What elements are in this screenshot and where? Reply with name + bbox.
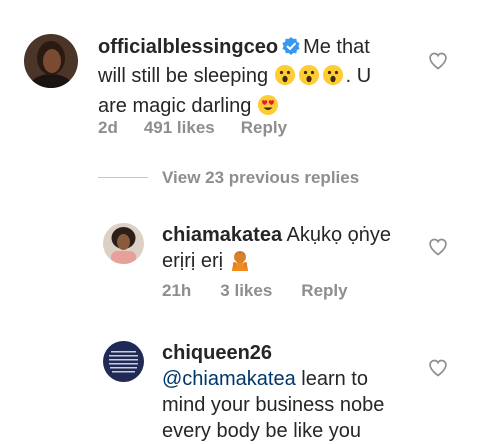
username[interactable]: officialblessingceo [98, 36, 278, 58]
comment-chiqueen26: chiqueen26 @chiamakatea learn to mind yo… [0, 330, 479, 442]
astonished-face-emoji [322, 64, 344, 93]
comment-text-part: every body be like you [162, 420, 362, 442]
avatar[interactable] [24, 34, 78, 88]
username[interactable]: chiqueen26 [162, 342, 272, 364]
comment-text-part: are magic darling [98, 95, 252, 117]
comment-likes[interactable]: 491 likes [144, 118, 215, 138]
heart-outline-icon[interactable] [428, 237, 448, 262]
verified-badge-icon [281, 36, 301, 63]
comment-text-part: erịrị erị [162, 250, 224, 272]
comment-meta: 21h 3 likes Reply [162, 281, 348, 301]
comment-text: chiamakatea Akụkọ ọṅye erịrị erị [162, 222, 422, 278]
avatar[interactable] [103, 341, 144, 382]
heart-outline-icon[interactable] [428, 358, 448, 383]
avatar[interactable] [103, 223, 144, 264]
mention-link[interactable]: @chiamakatea [162, 368, 296, 390]
divider [98, 177, 148, 178]
comment-text: chiqueen26 @chiamakatea learn to mind yo… [162, 340, 422, 444]
comment-chiamakatea: chiamakatea Akụkọ ọṅye erịrị erị 21h 3 li… [0, 210, 479, 310]
comment-likes[interactable]: 3 likes [220, 281, 272, 301]
comment-text-part: will still be sleeping [98, 65, 269, 87]
astonished-face-emoji [298, 64, 320, 93]
view-previous-replies-label: View 23 previous replies [162, 168, 360, 187]
reply-button[interactable]: Reply [241, 118, 287, 138]
view-previous-replies-button[interactable]: View 23 previous replies [98, 168, 428, 192]
username[interactable]: chiamakatea [162, 224, 282, 246]
comment-text-part: . U [345, 65, 372, 87]
heart-outline-icon[interactable] [428, 51, 448, 76]
reply-button[interactable]: Reply [301, 281, 347, 301]
person-gesturing-emoji [229, 249, 251, 278]
comment-text-part: learn to [301, 368, 368, 390]
comment-text: officialblessingceo Me that will still be… [98, 34, 418, 123]
comment-time: 21h [162, 281, 192, 300]
astonished-face-emoji [274, 64, 296, 93]
comment-officialblessingceo: officialblessingceo Me that will still be… [0, 0, 479, 150]
comment-meta: 2d 491 likes Reply [98, 118, 287, 138]
comment-text-part: Akụkọ ọṅye [286, 224, 392, 246]
comment-text-part: Me that [303, 36, 370, 58]
comment-text-part: mind your business nobe [162, 394, 385, 416]
comment-time: 2d [98, 118, 118, 137]
